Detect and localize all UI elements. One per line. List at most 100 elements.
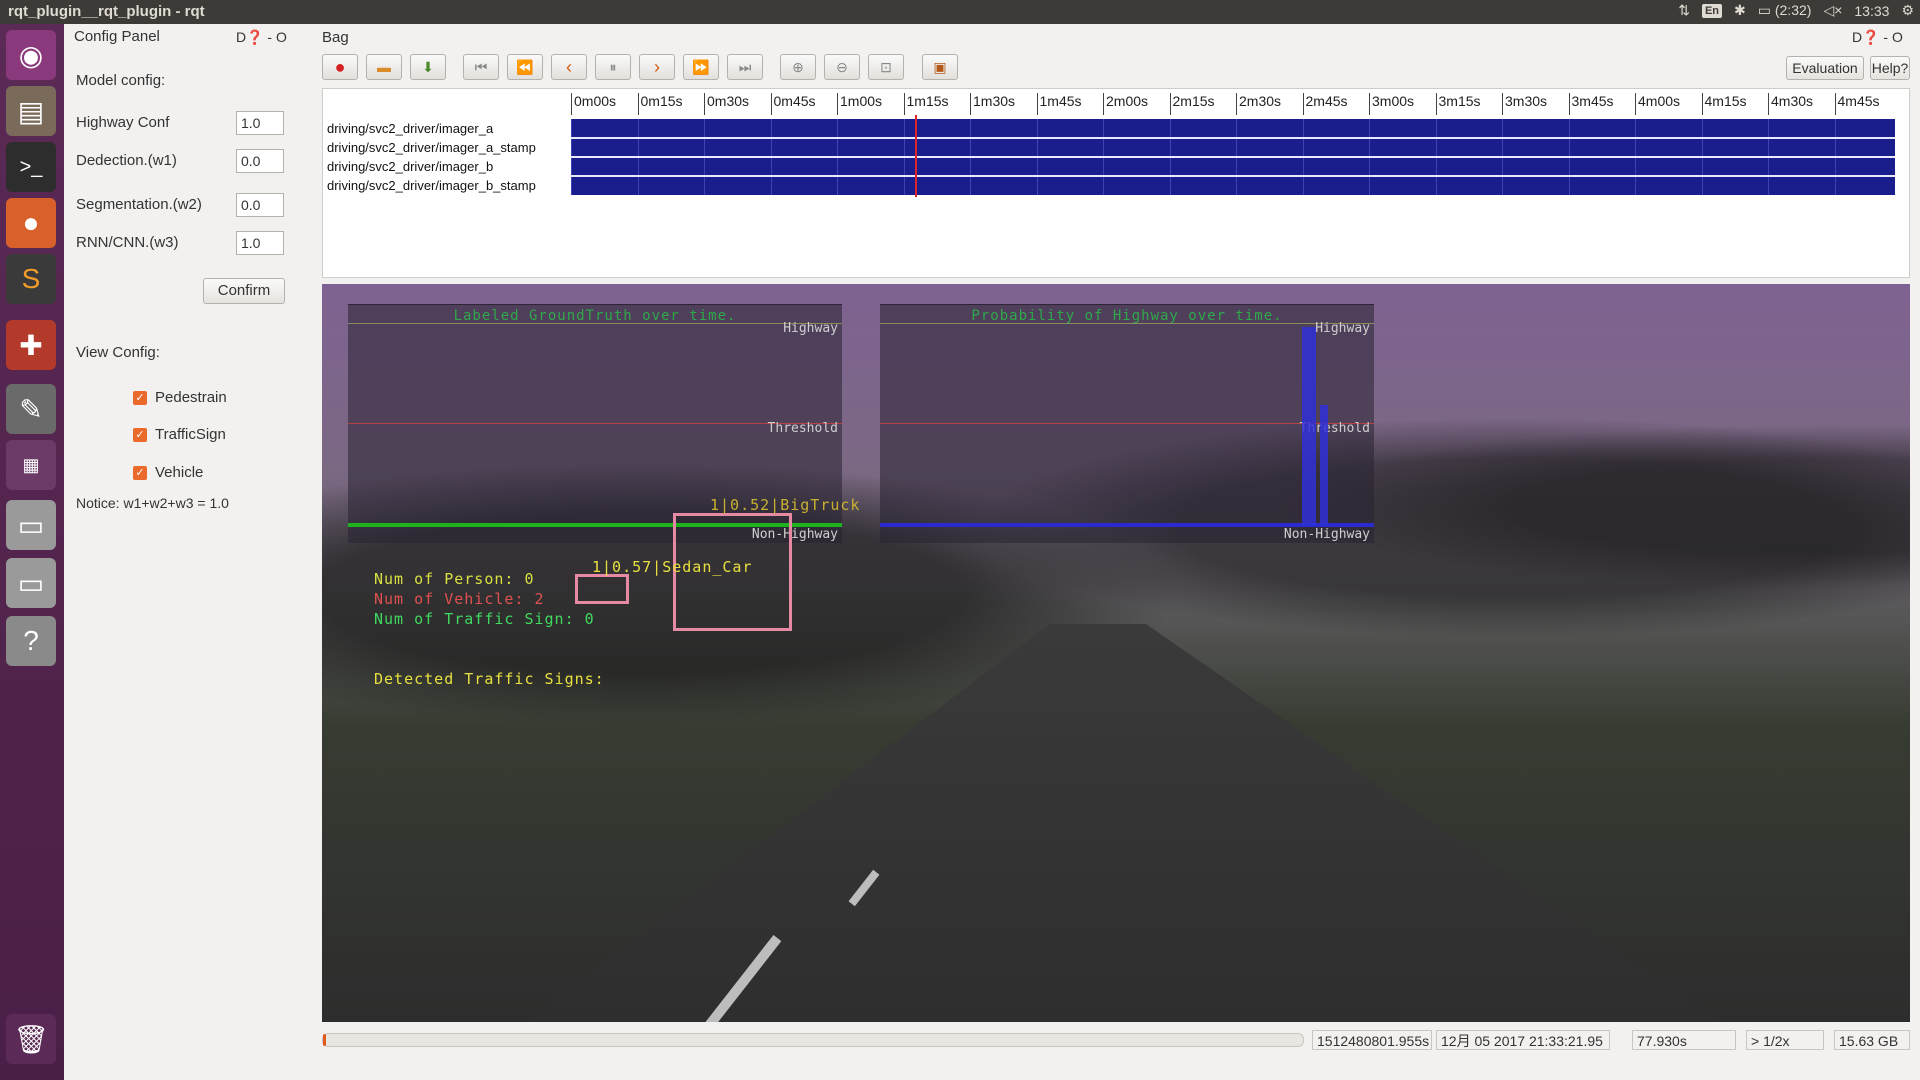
timeline-tick-label: 1m45s — [1036, 93, 1082, 115]
detection-weight-input[interactable]: 0.0 — [236, 149, 284, 173]
rewind-icon[interactable]: ⏪ — [507, 54, 543, 80]
track-separator — [571, 156, 1895, 158]
playback-rate-field: > 1/2x — [1746, 1030, 1824, 1050]
person-count: Num of Person: 0 — [374, 570, 535, 588]
segmentation-weight-input[interactable]: 0.0 — [236, 193, 284, 217]
volume-icon[interactable]: ◁× — [1823, 2, 1842, 19]
traffic-sign-count: Num of Traffic Sign: 0 — [374, 610, 595, 628]
bag-panel-controls[interactable]: D❓ - O — [1852, 29, 1903, 46]
ubuntu-icon[interactable]: ◉ — [6, 30, 56, 80]
timeline-tick-label: 0m15s — [637, 93, 683, 115]
vehicle-count: Num of Vehicle: 2 — [374, 590, 545, 608]
fast-forward-icon[interactable]: ⏩ — [683, 54, 719, 80]
keyboard-layout-icon[interactable]: En — [1701, 3, 1722, 18]
workspace-switcher-icon[interactable]: ▦ — [6, 440, 56, 490]
help-button[interactable]: Help? — [1870, 56, 1910, 80]
battery-indicator[interactable]: ▭ (2:32) — [1758, 2, 1812, 19]
timeline-tick-label: 4m30s — [1768, 93, 1813, 115]
topic-label[interactable]: driving/svc2_driver/imager_b_stamp — [327, 178, 536, 193]
firefox-icon[interactable]: ● — [6, 198, 56, 248]
probability-plot-title: Probability of Highway over time. — [971, 308, 1283, 324]
notice-text: Notice: w1+w2+w3 = 1.0 — [76, 495, 229, 511]
playback-progress-bar[interactable] — [322, 1033, 1304, 1047]
groundtruth-highway-label: Highway — [783, 321, 838, 336]
timeline-tick-label: 1m00s — [837, 93, 882, 115]
timeline-playhead[interactable] — [915, 115, 917, 197]
system-top-bar: rqt_plugin__rqt_plugin - rqt ⇅ En ✱ ▭ (2… — [0, 0, 1920, 24]
topic-label[interactable]: driving/svc2_driver/imager_a — [327, 121, 493, 136]
topic-tracks[interactable] — [571, 119, 1895, 195]
zoom-out-icon[interactable]: ⊖ — [824, 54, 860, 80]
topic-label[interactable]: driving/svc2_driver/imager_a_stamp — [327, 140, 536, 155]
segmentation-weight-label: Segmentation.(w2) — [76, 196, 202, 213]
timeline-tick-label: 1m30s — [970, 93, 1015, 115]
elapsed-field: 77.930s — [1632, 1030, 1736, 1050]
pause-icon[interactable]: ⏸ — [595, 54, 631, 80]
step-back-icon[interactable]: ‹ — [551, 54, 587, 80]
config-panel-controls[interactable]: D❓ - O — [236, 29, 287, 46]
battery-time: (2:32) — [1774, 2, 1812, 18]
terminal-icon[interactable]: >_ — [6, 142, 56, 192]
help-icon[interactable]: ? — [6, 616, 56, 666]
bag-timeline[interactable]: 0m00s 0m15s 0m30s 0m45s 1m00s 1m15s 1m30s 1m45s… — [322, 88, 1910, 278]
probability-highway-label: Highway — [1315, 321, 1370, 336]
model-config-heading: Model config: — [76, 72, 166, 89]
trafficsign-checkbox[interactable]: ✓ — [133, 428, 147, 442]
date-field: 12月 05 2017 21:33:21.95 — [1436, 1030, 1610, 1050]
open-folder-icon[interactable]: ▬ — [366, 54, 402, 80]
timeline-tick-label: 4m45s — [1834, 93, 1880, 115]
truck-detection-label: 1|0.52|BigTruck — [710, 496, 861, 514]
evaluation-button[interactable]: Evaluation — [1786, 56, 1864, 80]
pedestrain-label: Pedestrain — [155, 389, 227, 406]
zoom-in-icon[interactable]: ⊕ — [780, 54, 816, 80]
timeline-tick-label: 2m15s — [1169, 93, 1215, 115]
zoom-reset-icon[interactable]: ⊡ — [868, 54, 904, 80]
track-separator — [571, 175, 1895, 177]
bluetooth-icon[interactable]: ✱ — [1734, 2, 1746, 19]
rnn-cnn-weight-label: RNN/CNN.(w3) — [76, 234, 179, 251]
timeline-tick-label: 2m30s — [1236, 93, 1281, 115]
drive-icon-2[interactable]: ▭ — [6, 558, 56, 608]
track-separator — [571, 137, 1895, 139]
drive-icon[interactable]: ▭ — [6, 500, 56, 550]
probability-non-highway-label: Non-Highway — [1283, 527, 1370, 542]
settings-gear-icon[interactable]: ⚙ — [1901, 2, 1914, 19]
trash-icon[interactable]: 🗑 — [6, 1014, 56, 1064]
clock[interactable]: 13:33 — [1854, 3, 1889, 19]
topic-label[interactable]: driving/svc2_driver/imager_b — [327, 159, 493, 174]
highway-probability-plot: Probability of Highway over time. Highwa… — [880, 304, 1374, 543]
detected-signs-label: Detected Traffic Signs: — [374, 670, 605, 688]
pedestrain-checkbox[interactable]: ✓ — [133, 391, 147, 405]
view-config-heading: View Config: — [76, 344, 160, 361]
settings-tools-icon[interactable]: ✚ — [6, 320, 56, 370]
vehicle-checkbox[interactable]: ✓ — [133, 466, 147, 480]
bag-status-bar: 1512480801.955s 12月 05 2017 21:33:21.95 … — [322, 1028, 1910, 1052]
go-to-start-icon[interactable]: ⏮ — [463, 54, 499, 80]
step-forward-icon[interactable]: › — [639, 54, 675, 80]
highway-conf-input[interactable]: 1.0 — [236, 111, 284, 135]
trafficsign-label: TrafficSign — [155, 426, 226, 443]
timeline-tick-label: 0m30s — [704, 93, 749, 115]
save-icon[interactable]: ⬇ — [410, 54, 446, 80]
thumbnail-toggle-icon[interactable]: ▣ — [922, 54, 958, 80]
detection-weight-label: Dedection.(w1) — [76, 152, 177, 169]
files-icon[interactable]: ▤ — [6, 86, 56, 136]
probability-spike — [1320, 405, 1328, 525]
timeline-tick-label: 2m45s — [1302, 93, 1348, 115]
highway-conf-label: Highway Conf — [76, 114, 170, 131]
sublime-icon[interactable]: S — [6, 254, 56, 304]
bag-size-field: 15.63 GB — [1834, 1030, 1910, 1050]
network-icon[interactable]: ⇅ — [1678, 2, 1690, 19]
rnn-cnn-weight-input[interactable]: 1.0 — [236, 231, 284, 255]
go-to-end-icon[interactable]: ⏭ — [727, 54, 763, 80]
probability-spike — [1302, 327, 1316, 525]
config-panel-title: Config Panel — [74, 28, 160, 45]
record-button[interactable]: ● — [322, 54, 358, 80]
confirm-button[interactable]: Confirm — [203, 278, 285, 304]
text-editor-icon[interactable]: ✎ — [6, 384, 56, 434]
timeline-tick-label: 3m15s — [1435, 93, 1481, 115]
timeline-tick-label: 1m15s — [903, 93, 949, 115]
timeline-tick-label: 4m00s — [1635, 93, 1680, 115]
camera-image-view: Labeled GroundTruth over time. Highway T… — [322, 284, 1910, 1022]
playback-progress-fill — [323, 1034, 326, 1046]
